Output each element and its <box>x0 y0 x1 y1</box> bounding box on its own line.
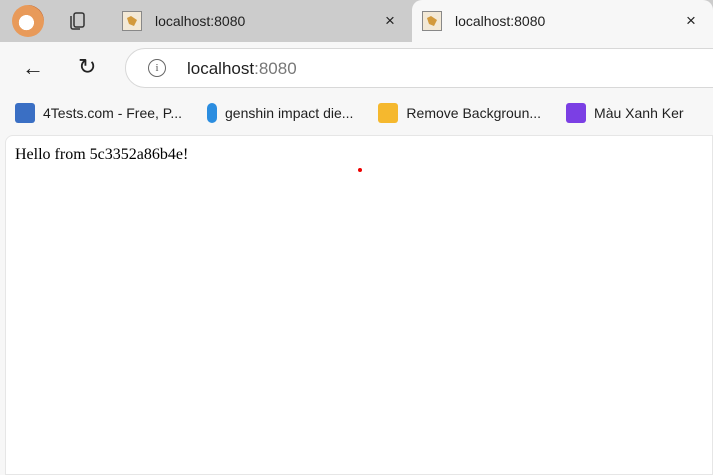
info-icon[interactable]: i <box>148 59 166 77</box>
tab-2-active[interactable]: localhost:8080 × <box>412 0 713 42</box>
canva-icon <box>566 103 587 123</box>
bookmark-label: 4Tests.com - Free, P... <box>43 105 183 121</box>
hello-text: Hello from 5c3352a86b4e! <box>15 146 189 163</box>
bookmark-label: Remove Backgroun... <box>406 105 542 121</box>
bookmark-label: Màu Xanh Ker <box>594 105 684 121</box>
reload-icon[interactable]: ↻ <box>78 54 96 80</box>
tomcat-favicon-icon <box>122 11 142 31</box>
tab-1[interactable]: localhost:8080 × <box>112 0 412 42</box>
bookmark-mau-xanh[interactable]: Màu Xanh Ker <box>566 103 684 123</box>
tab-title: localhost:8080 <box>455 13 546 29</box>
address-bar[interactable]: i localhost:8080 <box>125 48 713 88</box>
tab-title: localhost:8080 <box>155 13 246 29</box>
url-text[interactable]: localhost:8080 <box>187 59 297 79</box>
close-tab-icon[interactable]: × <box>681 11 701 31</box>
4tests-icon <box>15 103 35 123</box>
page-content: Hello from 5c3352a86b4e! <box>5 135 713 475</box>
back-arrow-icon[interactable]: ← <box>22 55 44 81</box>
bookmark-label: genshin impact die... <box>225 105 354 121</box>
close-tab-icon[interactable]: × <box>380 11 400 31</box>
bookmark-genshin[interactable]: genshin impact die... <box>207 103 353 123</box>
layers-icon <box>378 103 399 123</box>
cursor-dot <box>358 168 362 172</box>
tomcat-favicon-icon <box>422 11 442 31</box>
bing-icon <box>207 103 218 123</box>
toolbar: ← ↻ i localhost:8080 <box>0 42 713 94</box>
bookmark-remove-background[interactable]: Remove Backgroun... <box>378 103 541 123</box>
bookmarks-bar: 4Tests.com - Free, P... genshin impact d… <box>0 94 713 132</box>
tab-bar: localhost:8080 × localhost:8080 × <box>0 0 713 42</box>
tab-actions-icon[interactable] <box>67 11 87 31</box>
profile-avatar[interactable] <box>12 5 44 37</box>
bookmark-4tests[interactable]: 4Tests.com - Free, P... <box>15 103 182 123</box>
